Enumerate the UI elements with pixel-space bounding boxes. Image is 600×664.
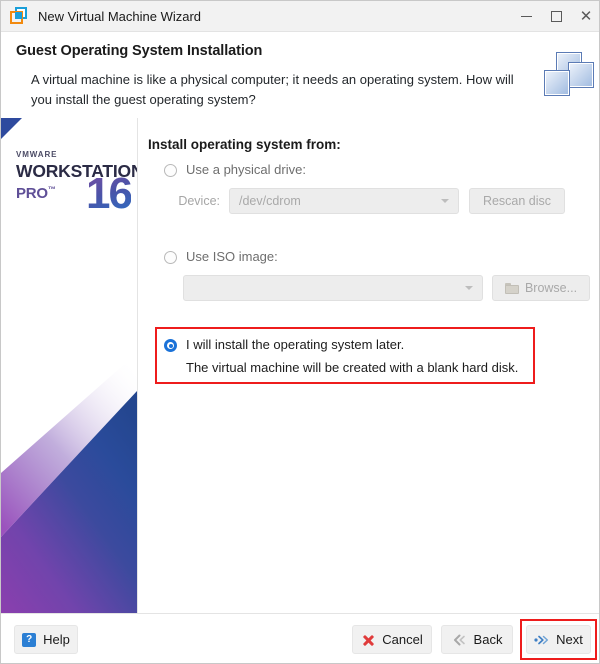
red-x-icon: [361, 633, 375, 647]
branding-sidebar: VMWARE WORKSTATION PRO™ 16: [1, 118, 138, 613]
radio-option-iso-image[interactable]: Use ISO image:: [164, 249, 278, 264]
close-icon: ✕: [579, 7, 593, 25]
next-button[interactable]: Next: [526, 625, 591, 654]
right-double-chevron-icon: [534, 634, 549, 646]
maximize-button[interactable]: [541, 1, 571, 32]
window-controls: ✕: [511, 1, 599, 32]
cancel-button[interactable]: Cancel: [352, 625, 432, 654]
window-title: New Virtual Machine Wizard: [38, 8, 202, 24]
install-from-label: Install operating system from:: [148, 137, 341, 152]
chevron-down-icon: [441, 199, 449, 203]
radio-iso-image-icon[interactable]: [164, 251, 177, 264]
product-branding: VMWARE WORKSTATION PRO™ 16: [16, 150, 137, 228]
next-label: Next: [556, 632, 583, 647]
vendor-name: VMWARE: [16, 150, 58, 159]
page-title: Guest Operating System Installation: [16, 43, 263, 59]
device-row: Device: /dev/cdrom Rescan disc: [164, 188, 584, 214]
iso-path-select[interactable]: [183, 275, 483, 301]
gradient-artwork: [1, 353, 137, 613]
install-later-note: The virtual machine will be created with…: [186, 360, 519, 375]
version-number: 16: [86, 169, 133, 219]
three-stacked-squares-icon: [544, 52, 594, 100]
minimize-button[interactable]: [511, 1, 541, 32]
back-label: Back: [473, 632, 503, 647]
edition-name: PRO™: [16, 185, 56, 203]
radio-install-later-icon[interactable]: [164, 339, 177, 352]
device-label: Device:: [178, 194, 220, 208]
question-mark-icon: ?: [22, 632, 37, 647]
browse-button[interactable]: Browse...: [492, 275, 590, 301]
minimize-icon: [520, 16, 532, 17]
rescan-disc-label: Rescan disc: [482, 194, 552, 208]
wizard-content: Install operating system from: Use a phy…: [138, 118, 599, 613]
radio-iso-image-label: Use ISO image:: [186, 249, 278, 264]
rescan-disc-button[interactable]: Rescan disc: [469, 188, 565, 214]
radio-install-later-label: I will install the operating system late…: [186, 337, 405, 352]
device-select[interactable]: /dev/cdrom: [229, 188, 459, 214]
browse-label: Browse...: [524, 281, 578, 295]
maximize-icon: [550, 11, 562, 22]
new-virtual-machine-wizard-window: New Virtual Machine Wizard ✕ Guest Opera…: [0, 0, 600, 664]
title-bar: New Virtual Machine Wizard ✕: [1, 1, 599, 32]
vmware-logo-icon: [10, 7, 28, 25]
page-description: A virtual machine is like a physical com…: [31, 72, 514, 108]
cancel-label: Cancel: [382, 632, 423, 647]
radio-physical-drive-icon[interactable]: [164, 164, 177, 177]
radio-physical-drive-label: Use a physical drive:: [186, 162, 306, 177]
corner-triangle-decoration: [1, 118, 22, 139]
install-later-highlight-annotation: [155, 327, 535, 384]
folder-icon: [504, 282, 519, 294]
radio-option-install-later[interactable]: I will install the operating system late…: [164, 337, 405, 352]
wizard-footer: ? Help Cancel Back Next: [1, 613, 599, 663]
left-double-chevron-icon: [452, 634, 467, 646]
chevron-down-icon: [465, 286, 473, 290]
wizard-header: Guest Operating System Installation A vi…: [1, 32, 599, 118]
device-select-value: /dev/cdrom: [239, 194, 301, 208]
help-label: Help: [43, 632, 70, 647]
radio-option-physical-drive[interactable]: Use a physical drive:: [164, 162, 306, 177]
help-button[interactable]: ? Help: [14, 625, 78, 654]
iso-row: Browse...: [183, 275, 598, 301]
back-button[interactable]: Back: [441, 625, 513, 654]
close-button[interactable]: ✕: [571, 1, 599, 32]
